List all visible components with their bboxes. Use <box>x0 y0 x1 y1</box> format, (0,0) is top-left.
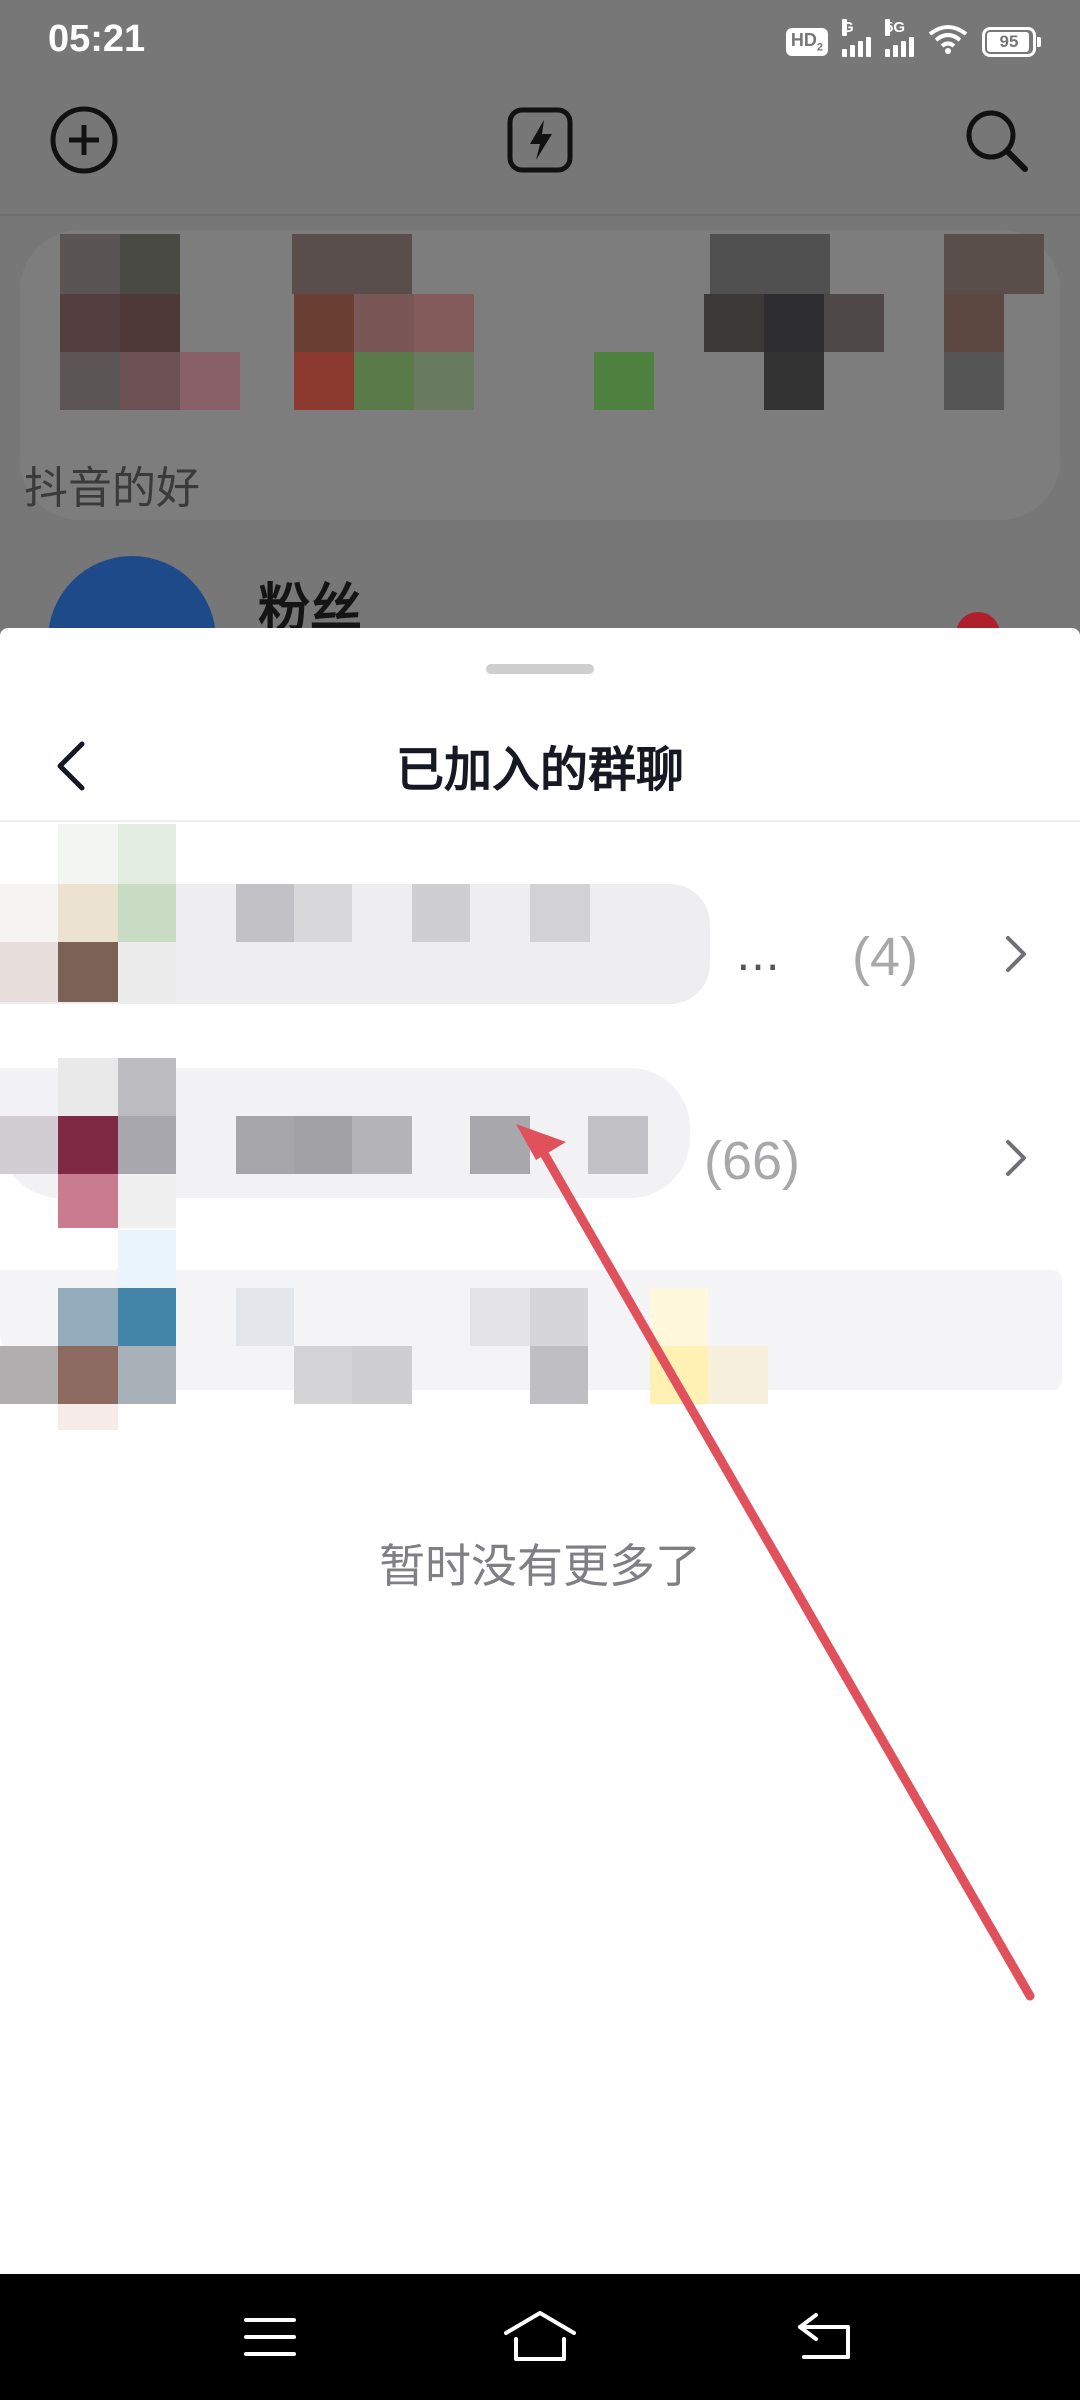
group-row[interactable]: … (4) <box>0 824 1080 1024</box>
background-section-label: 抖音的好 <box>24 463 200 514</box>
no-more-text: 暂时没有更多了 <box>379 1539 701 1593</box>
flash-icon[interactable] <box>500 100 580 180</box>
joined-groups-sheet: 已加入的群聊 … (4) (66) 暂时没有更多了 <box>0 628 1080 2274</box>
group-member-count: (66) <box>704 1131 801 1191</box>
background-page: 05:21 HD2 G 5G 95 抖音的好 粉丝 <box>0 0 1080 628</box>
page-title: 已加入的群聊 <box>395 742 684 798</box>
nav-divider <box>0 214 1080 216</box>
status-bar: 05:21 HD2 G 5G 95 <box>0 0 1080 84</box>
battery-icon: 95 <box>982 27 1041 57</box>
group-member-count: (4) <box>852 927 918 987</box>
signal-icon: G <box>842 19 871 57</box>
fans-label: 粉丝 <box>258 579 363 628</box>
home-icon[interactable] <box>500 2300 580 2374</box>
group-row[interactable] <box>0 1230 1080 1430</box>
sheet-header: 已加入的群聊 <box>0 708 1080 818</box>
group-name-ellipsis: … <box>736 930 782 981</box>
back-icon[interactable] <box>784 2300 864 2374</box>
signal-5g-icon: 5G <box>885 19 914 57</box>
group-avatar <box>0 824 720 1024</box>
group-row[interactable]: (66) <box>0 1028 1080 1228</box>
header-divider <box>0 820 1080 822</box>
status-time: 05:21 <box>48 18 146 60</box>
wifi-icon <box>928 24 968 60</box>
add-circle-icon[interactable] <box>44 100 124 180</box>
sheet-grabber[interactable] <box>486 664 594 674</box>
group-avatar <box>0 1028 700 1228</box>
menu-icon[interactable] <box>230 2300 310 2374</box>
chevron-right-icon <box>1006 1140 1026 1176</box>
group-avatar <box>0 1230 1080 1430</box>
top-nav <box>0 100 1080 210</box>
notification-dot <box>956 612 1000 628</box>
hd-voice-icon: HD2 <box>785 28 828 56</box>
avatar <box>48 556 216 628</box>
status-icons: HD2 G 5G 95 <box>785 19 1041 62</box>
system-nav-bar <box>0 2274 1080 2400</box>
chevron-right-icon <box>1006 936 1026 972</box>
search-icon[interactable] <box>956 100 1036 180</box>
